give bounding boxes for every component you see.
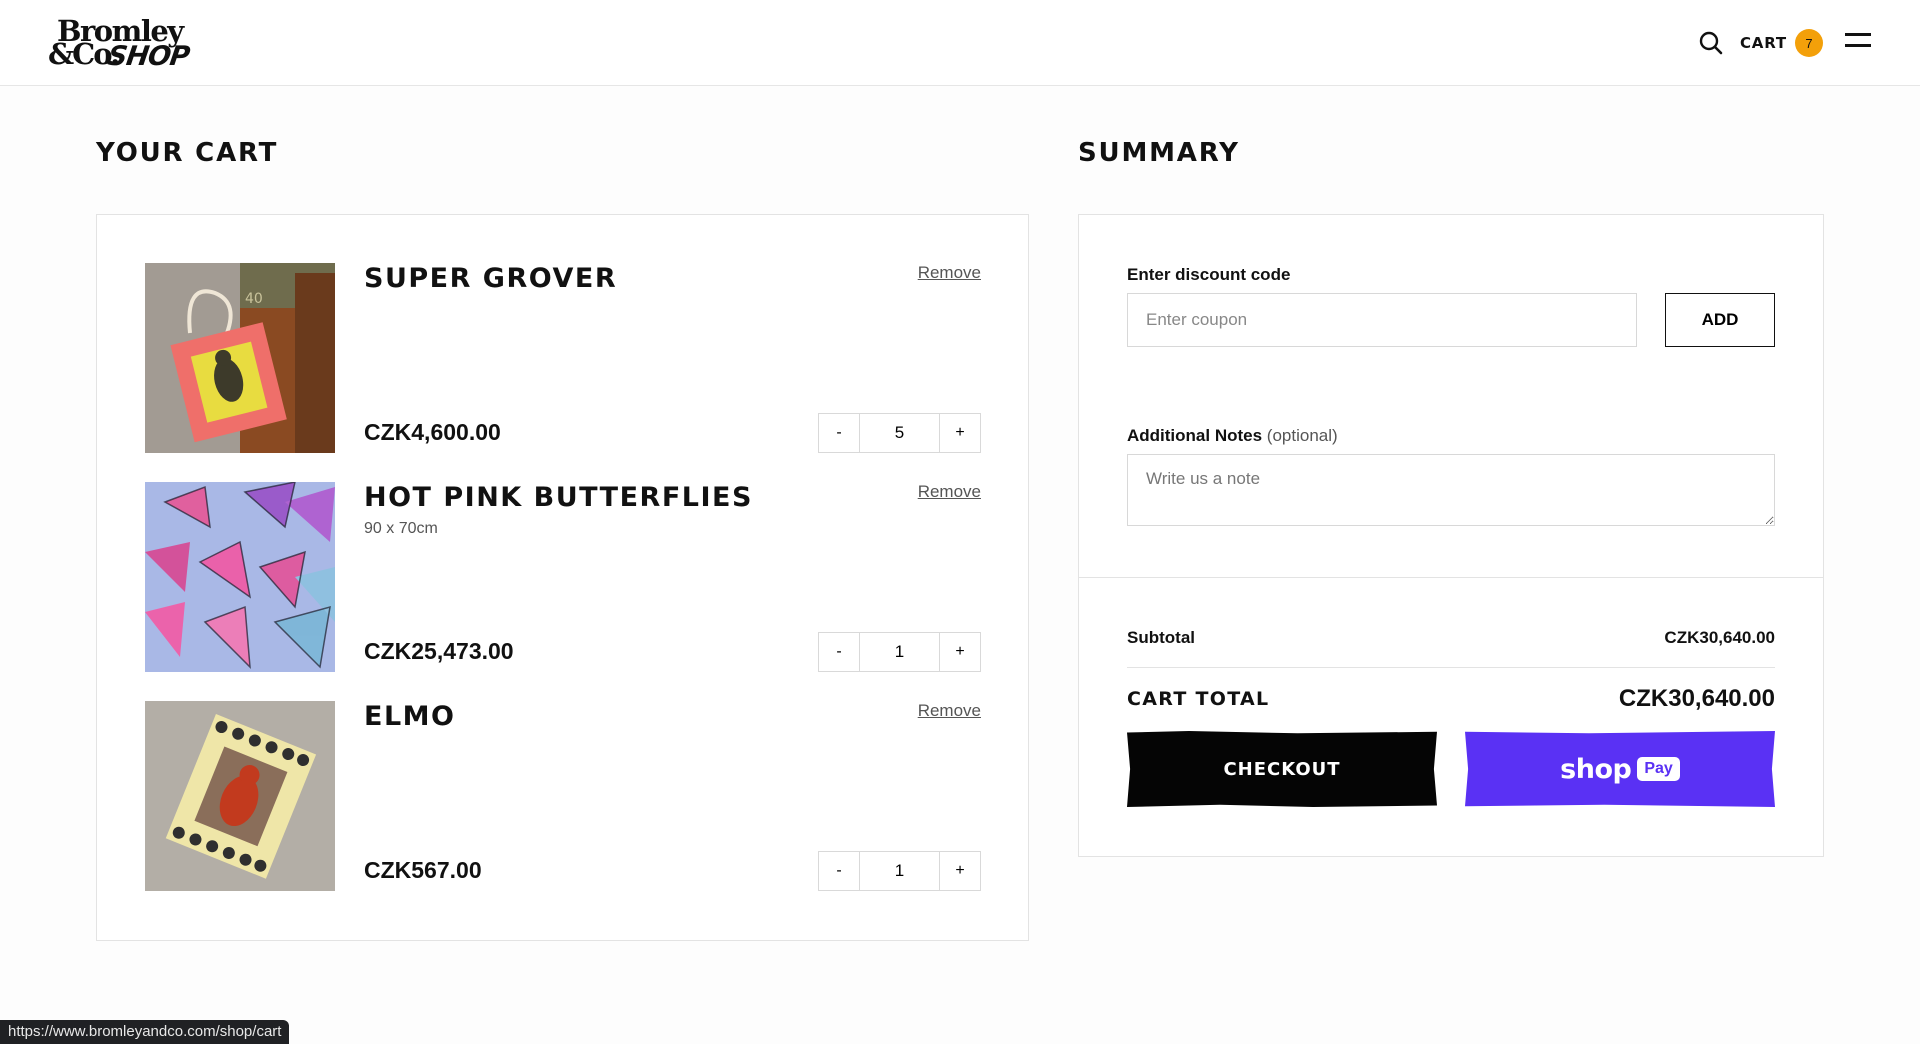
header-cart-link[interactable]: CART 7 [1740, 29, 1823, 57]
cart-item: 40 SUPER GROVER Remove CZK4,600.00 - + [145, 263, 981, 453]
notes-label-text: Additional Notes [1127, 426, 1263, 445]
add-coupon-button[interactable]: ADD [1665, 293, 1775, 347]
search-icon[interactable] [1698, 30, 1724, 56]
product-name[interactable]: ELMO [364, 701, 455, 732]
cart-total-value: CZK30,640.00 [1618, 685, 1775, 712]
logo-line-3: SHOP [105, 41, 191, 72]
quantity-input[interactable] [860, 633, 939, 671]
cart-label: CART [1740, 34, 1787, 52]
increase-qty-button[interactable]: + [939, 414, 980, 452]
coupon-input[interactable] [1127, 293, 1637, 347]
summary-title: SUMMARY [1078, 138, 1240, 168]
cart-total-label: CART TOTAL [1127, 688, 1270, 710]
shop-pay-badge: Pay [1637, 757, 1680, 781]
product-variant: 90 x 70cm [364, 520, 438, 537]
menu-icon[interactable] [1845, 33, 1871, 51]
product-name[interactable]: SUPER GROVER [364, 263, 617, 294]
checkout-button[interactable]: CHECKOUT [1127, 731, 1437, 807]
increase-qty-button[interactable]: + [939, 633, 980, 671]
cart-item: HOT PINK BUTTERFLIES 90 x 70cm Remove CZ… [145, 482, 981, 672]
notes-textarea[interactable] [1127, 454, 1775, 526]
notes-optional-text: (optional) [1266, 426, 1338, 445]
remove-link[interactable]: Remove [918, 263, 981, 283]
quantity-stepper: - + [818, 851, 981, 891]
link-preview-status: https://www.bromleyandco.com/shop/cart [0, 1020, 290, 1044]
increase-qty-button[interactable]: + [939, 852, 980, 890]
product-image[interactable]: 40 [145, 263, 335, 453]
decrease-qty-button[interactable]: - [819, 852, 860, 890]
summary-line [1127, 667, 1775, 668]
product-name[interactable]: HOT PINK BUTTERFLIES [364, 482, 753, 513]
svg-text:40: 40 [245, 291, 263, 307]
shop-pay-logo-text: shop [1560, 753, 1632, 785]
cart-count-badge: 7 [1794, 29, 1823, 57]
subtotal-value: CZK30,640.00 [1664, 628, 1775, 647]
remove-link[interactable]: Remove [918, 482, 981, 502]
quantity-stepper: - + [818, 413, 981, 453]
summary-panel: Enter discount code ADD Additional Notes… [1078, 214, 1824, 857]
cart-item: ELMO Remove CZK567.00 - + [145, 701, 981, 891]
quantity-input[interactable] [860, 852, 939, 890]
product-image[interactable] [145, 482, 335, 672]
site-header: Bromley &Co. SHOP CART 7 [0, 0, 1920, 86]
decrease-qty-button[interactable]: - [819, 414, 860, 452]
shop-pay-button[interactable]: shop Pay [1465, 731, 1775, 807]
product-image[interactable] [145, 701, 335, 891]
remove-link[interactable]: Remove [918, 701, 981, 721]
summary-divider [1079, 577, 1823, 578]
subtotal-label: Subtotal [1127, 628, 1195, 647]
product-price: CZK4,600.00 [364, 419, 501, 445]
cart-items-panel: 40 SUPER GROVER Remove CZK4,600.00 - + [96, 214, 1029, 941]
quantity-stepper: - + [818, 632, 981, 672]
product-price: CZK25,473.00 [364, 638, 514, 664]
quantity-input[interactable] [860, 414, 939, 452]
discount-label: Enter discount code [1127, 265, 1291, 284]
notes-label: Additional Notes (optional) [1127, 426, 1338, 446]
brand-logo[interactable]: Bromley &Co. SHOP [48, 14, 191, 72]
product-price: CZK567.00 [364, 857, 482, 883]
decrease-qty-button[interactable]: - [819, 633, 860, 671]
cart-title: YOUR CART [96, 138, 279, 168]
